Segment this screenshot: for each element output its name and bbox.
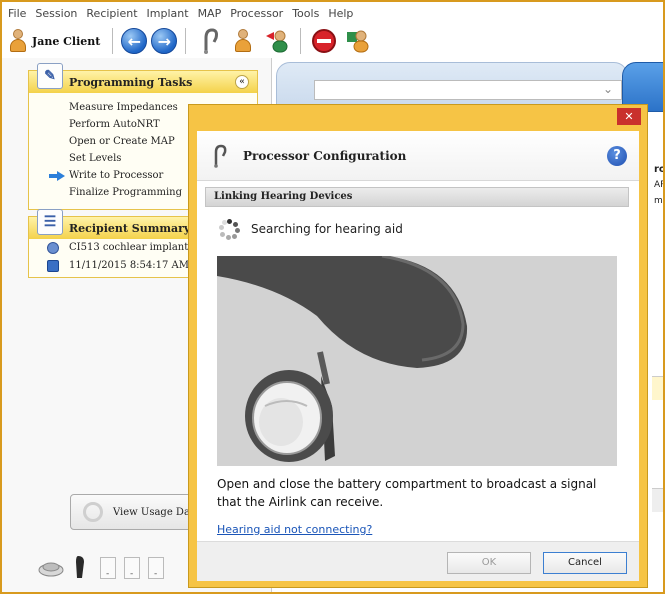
hearing-aid-icon	[211, 144, 227, 168]
implant-icon	[47, 242, 59, 254]
task-label: Write to Processor	[69, 170, 164, 181]
menu-processor[interactable]: Processor	[230, 7, 283, 20]
section-header: Linking Hearing Devices	[205, 187, 629, 207]
task-label: Set Levels	[69, 153, 122, 164]
close-button[interactable]: ✕	[617, 108, 641, 125]
dialog-body: Linking Hearing Devices Searching for he…	[197, 181, 639, 541]
bg-row	[652, 376, 663, 400]
client-icon[interactable]	[8, 28, 28, 54]
bg-text-fragment: mp	[654, 196, 665, 206]
toolbar-separator	[300, 28, 302, 54]
battery-compartment-illustration	[217, 254, 617, 466]
bg-text-fragment: ro	[654, 164, 665, 175]
programming-tasks-header: ✎ Programming Tasks «	[29, 63, 257, 93]
bg-row	[652, 488, 663, 512]
programming-tasks-title: Programming Tasks	[69, 75, 193, 89]
summary-label: CI513 cochlear implant	[69, 242, 189, 253]
menu-recipient[interactable]: Recipient	[86, 7, 137, 20]
collapse-icon[interactable]: «	[235, 75, 249, 89]
patient-check-icon[interactable]	[229, 27, 257, 55]
stop-icon[interactable]	[310, 27, 338, 55]
view-usage-label: View Usage Da	[113, 506, 190, 518]
ok-button[interactable]: OK	[447, 552, 531, 574]
menu-tools[interactable]: Tools	[292, 7, 319, 20]
task-label: Perform AutoNRT	[69, 119, 160, 130]
menu-implant[interactable]: Implant	[147, 7, 189, 20]
sound-processor-icon[interactable]	[74, 554, 86, 583]
toolbar-separator	[185, 28, 187, 54]
cancel-button[interactable]: Cancel	[543, 552, 627, 574]
hearing-device-icon[interactable]	[195, 27, 223, 55]
patient-flag-icon[interactable]	[344, 27, 372, 55]
menu-session[interactable]: Session	[35, 7, 77, 20]
task-label: Open or Create MAP	[69, 136, 175, 147]
search-status: Searching for hearing aid	[219, 219, 403, 240]
bg-text-fragment: AP	[654, 180, 665, 190]
device-slot[interactable]	[148, 557, 164, 579]
instruction-text: Open and close the battery compartment t…	[217, 477, 597, 509]
patient-transfer-icon[interactable]	[263, 27, 291, 55]
task-label: Finalize Programming	[69, 187, 182, 198]
client-name[interactable]: Jane Client	[32, 35, 100, 48]
search-status-text: Searching for hearing aid	[251, 222, 403, 236]
menu-map[interactable]: MAP	[198, 7, 222, 20]
clipboard-icon: ✎	[37, 63, 63, 89]
toolbar-separator	[112, 28, 114, 54]
recipient-summary-title: Recipient Summary	[69, 221, 191, 235]
current-step-arrow-icon	[49, 171, 65, 181]
task-label: Measure Impedances	[69, 102, 178, 113]
remote-assistant-icon[interactable]	[38, 556, 64, 581]
hearing-aid-not-connecting-link[interactable]: Hearing aid not connecting?	[217, 523, 372, 536]
summary-label: 11/11/2015 8:54:17 AM	[69, 260, 190, 271]
device-slot[interactable]	[100, 557, 116, 579]
recipient-card-icon: ☰	[37, 209, 63, 235]
forward-arrow-icon[interactable]: →	[151, 28, 178, 54]
dialog-footer: OK Cancel	[197, 541, 639, 581]
usage-ring-icon	[83, 502, 103, 522]
menu-help[interactable]: Help	[328, 7, 353, 20]
back-arrow-icon[interactable]: ←	[121, 28, 148, 54]
menu-file[interactable]: File	[8, 7, 26, 20]
device-slot[interactable]	[124, 557, 140, 579]
toolbar: Jane Client ← →	[2, 24, 663, 58]
processor-configuration-dialog: ✕ Processor Configuration ? Linking Hear…	[188, 104, 648, 588]
map-select[interactable]	[314, 80, 622, 100]
dialog-title: Processor Configuration	[243, 148, 407, 163]
loading-spinner-icon	[219, 219, 240, 240]
dialog-header: Processor Configuration ?	[197, 131, 639, 181]
menu-bar: File Session Recipient Implant MAP Proce…	[2, 2, 663, 24]
help-icon[interactable]: ?	[607, 146, 627, 166]
session-icon	[47, 260, 59, 272]
